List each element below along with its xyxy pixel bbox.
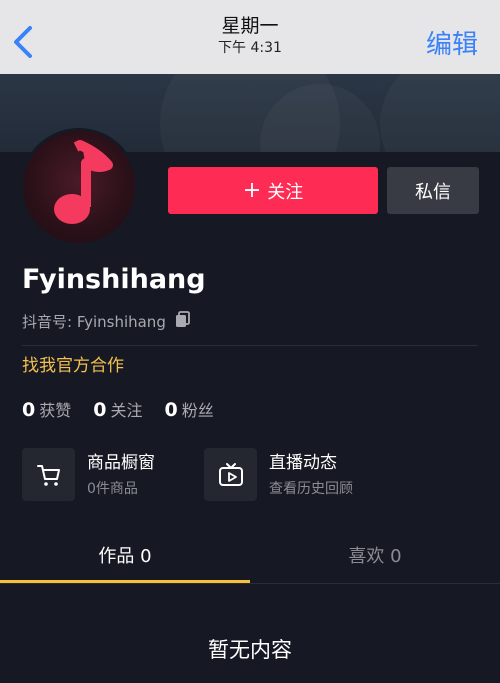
stat-followers-count: 0 xyxy=(164,399,178,421)
music-note-icon xyxy=(23,131,135,243)
douyin-id: 抖音号: Fyinshihang xyxy=(22,312,166,331)
stat-following-label: 关注 xyxy=(110,401,143,420)
empty-state-text: 暂无内容 xyxy=(208,638,292,662)
product-showcase-subtitle: 0件商品 xyxy=(87,481,138,497)
message-button[interactable]: 私信 xyxy=(387,167,479,214)
tv-play-icon xyxy=(204,448,257,501)
live-updates-title: 直播动态 xyxy=(269,453,337,473)
stat-followers[interactable]: 0 粉丝 xyxy=(165,397,214,421)
tab-works[interactable]: 作品 0 xyxy=(0,532,250,584)
stat-likes[interactable]: 0 获赞 xyxy=(22,397,71,421)
product-showcase-title: 商品橱窗 xyxy=(87,453,155,473)
stats-row: 0 获赞 0 关注 0 粉丝 xyxy=(22,397,236,421)
official-cooperation-link[interactable]: 找我官方合作 xyxy=(22,351,124,376)
live-updates-entry[interactable]: 直播动态 查看历史回顾 xyxy=(204,448,353,504)
active-tab-indicator xyxy=(0,580,250,583)
cart-icon xyxy=(22,448,75,501)
follow-label: 关注 xyxy=(267,181,304,203)
avatar[interactable] xyxy=(20,128,138,246)
tab-likes[interactable]: 喜欢 0 xyxy=(250,532,500,584)
stat-likes-label: 获赞 xyxy=(39,401,72,420)
plus-icon: + xyxy=(242,178,262,203)
live-updates-subtitle: 查看历史回顾 xyxy=(269,481,353,497)
services-row: 商品橱窗 0件商品 直播动态 查看历史回顾 xyxy=(22,448,482,504)
stat-followers-label: 粉丝 xyxy=(181,401,214,420)
copy-icon[interactable] xyxy=(174,310,192,332)
edit-button[interactable]: 编辑 xyxy=(426,24,478,61)
stat-likes-count: 0 xyxy=(22,399,36,421)
douyin-id-row: 抖音号: Fyinshihang xyxy=(22,310,192,332)
username: Fyinshihang xyxy=(22,264,206,295)
stat-following[interactable]: 0 关注 xyxy=(93,397,142,421)
stat-following-count: 0 xyxy=(93,399,107,421)
follow-button[interactable]: + 关注 xyxy=(168,167,378,214)
nav-bar: 星期一 下午 4:31 编辑 xyxy=(0,0,500,74)
content-tabs: 作品 0 喜欢 0 xyxy=(0,532,500,584)
divider xyxy=(22,345,478,346)
product-showcase-entry[interactable]: 商品橱窗 0件商品 xyxy=(22,448,155,504)
